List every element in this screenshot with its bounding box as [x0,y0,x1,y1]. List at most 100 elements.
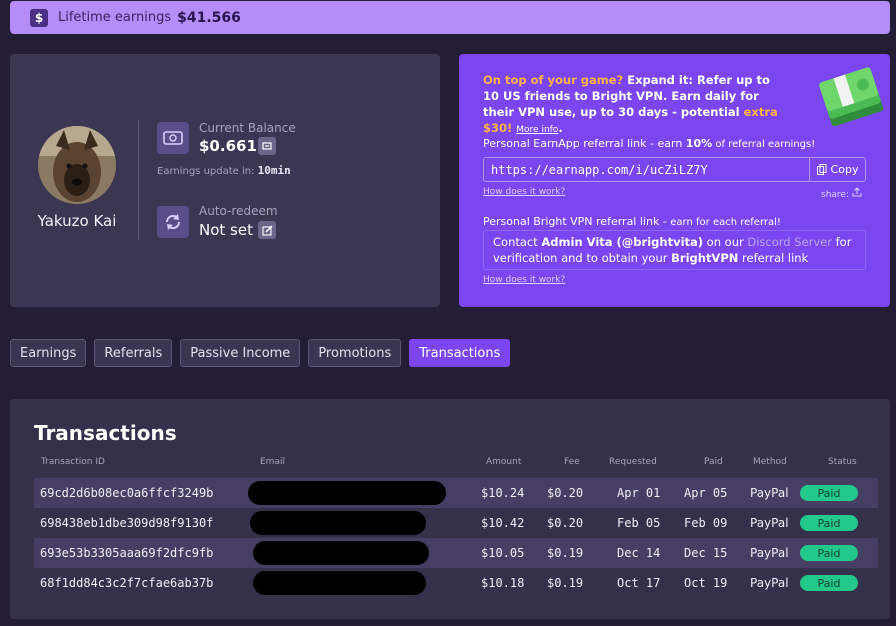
header-fee: Fee [564,457,580,467]
vpn-contact-text-1: Contact [493,235,542,249]
email-redacted [250,511,426,535]
header-amount: Amount [486,457,522,467]
requested-date: Dec 14 [617,546,661,560]
earnapp-referral-percent: 10% [685,137,713,150]
header-method: Method [753,457,787,467]
table-row[interactable]: 68f1dd84c3c2f7cfae6ab37b $10.18 $0.19 Oc… [34,568,878,598]
amount: $10.24 [481,486,525,500]
header-paid: Paid [704,457,723,467]
header-status: Status [828,457,857,467]
avatar[interactable] [38,126,116,204]
copy-icon [816,164,827,175]
money-stack-icon [819,67,884,127]
promo-text: On top of your game? Expand it: Refer up… [483,72,783,138]
copy-button-label: Copy [830,163,859,176]
fee: $0.20 [547,486,584,500]
requested-date: Oct 17 [617,576,661,590]
bright-vpn-referral-label: Personal Bright VPN referral link - earn… [483,215,781,228]
vpn-contact-text-4: referral link [738,251,809,265]
discord-server-link[interactable]: Discord Server [747,235,832,249]
earnapp-referral-suffix: of referral earnings! [712,139,816,150]
method: PayPal [750,576,789,590]
tab-passive-income[interactable]: Passive Income [180,339,301,367]
amount: $10.42 [481,516,525,530]
paid-date: Feb 09 [684,516,728,530]
fee: $0.20 [547,516,584,530]
transaction-id: 698438eb1dbe309d98f9130f [40,516,214,530]
referral-link-field[interactable]: https://earnapp.com/i/ucZiLZ7Y Copy [483,157,866,182]
share-icon[interactable] [852,187,862,197]
divider [138,120,139,240]
vpn-admin-name: Admin Vita (@brightvita) [541,235,704,249]
copy-button[interactable]: Copy [809,158,865,181]
method: PayPal [750,516,789,530]
refresh-icon [157,206,189,238]
edit-auto-redeem-button[interactable] [258,221,276,239]
fee: $0.19 [547,546,584,560]
promo-more-suffix: . [558,121,563,135]
status-badge: Paid [800,515,858,531]
tab-promotions[interactable]: Promotions [308,339,402,367]
transactions-title: Transactions [34,421,177,445]
earnings-update-note: Earnings update in: 10min [157,164,291,177]
method: PayPal [750,486,789,500]
header-email: Email [260,457,285,467]
wallet-icon [157,122,189,154]
transaction-id: 68f1dd84c3c2f7cfae6ab37b [40,576,214,590]
referral-link-value[interactable]: https://earnapp.com/i/ucZiLZ7Y [484,158,809,181]
table-row[interactable]: 698438eb1dbe309d98f9130f $10.42 $0.20 Fe… [34,508,878,538]
earnings-update-label: Earnings update in: [157,166,255,177]
vpn-brand: BrightVPN [671,251,739,265]
paid-date: Oct 19 [684,576,728,590]
tab-transactions[interactable]: Transactions [409,339,511,367]
profile-card: Yakuzo Kai Current Balance $0.661 Earnin… [10,54,440,307]
transaction-id: 693e53b3305aaa69f2dfc9fb [40,546,214,560]
email-redacted [253,571,426,595]
email-redacted [248,481,446,505]
header-transaction-id: Transaction ID [41,457,105,467]
status-badge: Paid [800,575,858,591]
tab-earnings[interactable]: Earnings [10,339,87,367]
status-badge: Paid [800,545,858,561]
paid-date: Dec 15 [684,546,728,560]
username: Yakuzo Kai [37,212,117,230]
fee: $0.19 [547,576,584,590]
redeem-button[interactable] [258,137,276,155]
share-label: share: [821,187,862,200]
earnapp-referral-label: Personal EarnApp referral link - earn 10… [483,137,815,150]
share-text: share: [821,190,849,200]
lifetime-earnings-banner: $ Lifetime earnings $41.566 [10,1,890,34]
method: PayPal [750,546,789,560]
email-redacted [253,541,429,565]
lifetime-earnings-label: Lifetime earnings [58,10,172,25]
header-requested: Requested [609,457,657,467]
promo-lead: On top of your game? [483,73,624,87]
dollar-icon: $ [30,8,48,27]
table-row[interactable]: 693e53b3305aaa69f2dfc9fb $10.05 $0.19 De… [34,538,878,568]
earnapp-referral-text: Personal EarnApp referral link - earn [483,137,686,150]
auto-redeem-value: Not set [199,221,253,239]
requested-date: Apr 01 [617,486,661,500]
table-row[interactable]: 69cd2d6b08ec0a6ffcf3249b $10.24 $0.20 Ap… [34,478,878,508]
transaction-id: 69cd2d6b08ec0a6ffcf3249b [40,486,214,500]
vpn-contact-text-2: on our [703,235,748,249]
bright-vpn-instructions: Contact Admin Vita (@brightvita) on our … [483,230,866,270]
referral-promo-card: On top of your game? Expand it: Refer up… [459,54,890,307]
bright-vpn-referral-text: Personal Bright VPN referral link - [483,215,671,228]
auto-redeem-label: Auto-redeem [199,204,278,218]
transactions-card: Transactions Transaction ID Email Amount… [10,399,890,619]
how-does-it-work-link-vpn[interactable]: How does it work? [483,275,565,285]
amount: $10.05 [481,546,525,560]
bright-vpn-referral-suffix: earn for each referral! [670,217,781,228]
section-tabs: Earnings Referrals Passive Income Promot… [10,339,511,367]
earnings-update-time: 10min [257,164,291,177]
how-does-it-work-link-earnapp[interactable]: How does it work? [483,187,565,197]
requested-date: Feb 05 [617,516,661,530]
status-badge: Paid [800,485,858,501]
more-info-link[interactable]: More info [516,125,558,135]
amount: $10.18 [481,576,525,590]
paid-date: Apr 05 [684,486,728,500]
current-balance-label: Current Balance [199,121,296,135]
tab-referrals[interactable]: Referrals [94,339,173,367]
current-balance-value: $0.661 [199,137,257,155]
